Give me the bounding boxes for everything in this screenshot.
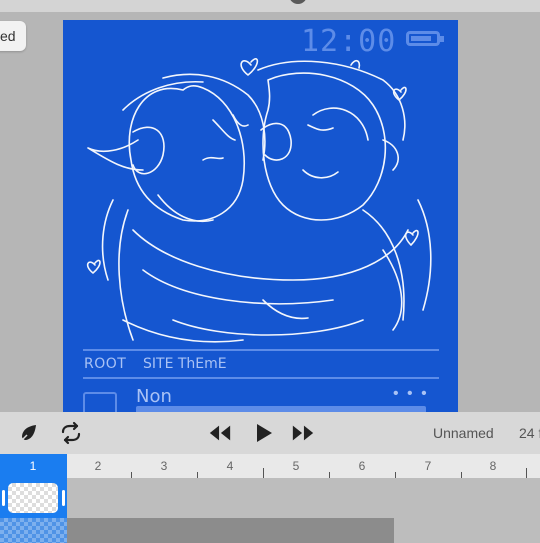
frame-number[interactable]: 8: [483, 459, 503, 473]
play-icon[interactable]: [252, 421, 276, 445]
frame-number[interactable]: 4: [220, 459, 240, 473]
frame-number[interactable]: 6: [352, 459, 372, 473]
sketch-drawing: [86, 58, 432, 343]
background-span[interactable]: [67, 518, 394, 543]
drawing-canvas[interactable]: 12:00 ROOT SITE ThEmE Non • • •: [63, 20, 458, 412]
rewind-icon[interactable]: [208, 421, 232, 445]
menu-dots: • • •: [393, 385, 429, 402]
fps-label[interactable]: 24 fps: [519, 425, 540, 441]
timeline-ruler[interactable]: 1 2 3 4 5 6 7 8: [0, 454, 540, 478]
loop-icon[interactable]: [59, 421, 83, 445]
frame-number[interactable]: 5: [286, 459, 306, 473]
animation-toolbar: Unnamed 24 fps: [0, 412, 540, 454]
fast-forward-icon[interactable]: [291, 421, 315, 445]
timeline-track: [0, 478, 540, 518]
theme-site-text: SITE ThEmE: [143, 356, 227, 372]
status-pill[interactable]: ed: [0, 21, 26, 51]
theme-root-text: ROOT: [84, 356, 127, 372]
divider: [83, 349, 439, 351]
frame-handle-right[interactable]: [62, 490, 65, 506]
divider: [83, 377, 439, 379]
song-name: Non: [136, 386, 172, 407]
drag-handle[interactable]: [289, 0, 307, 4]
ruler-tick: [263, 468, 264, 478]
onion-skin-icon[interactable]: [18, 421, 42, 445]
background-frame-cell[interactable]: [0, 518, 67, 543]
frame-number[interactable]: 1: [23, 459, 43, 473]
play-box-icon: [83, 392, 117, 412]
frame-number[interactable]: 3: [154, 459, 174, 473]
project-name[interactable]: Unnamed: [433, 425, 494, 441]
frame-cell[interactable]: [0, 478, 67, 518]
status-pill-label: ed: [0, 28, 16, 44]
frame-number[interactable]: 7: [418, 459, 438, 473]
frame-number[interactable]: 2: [88, 459, 108, 473]
frame-thumbnail[interactable]: [8, 483, 58, 513]
clock-text: 12:00: [301, 24, 397, 59]
frame-handle-left[interactable]: [2, 490, 5, 506]
top-bar: [0, 0, 540, 12]
ruler-tick: [526, 468, 527, 478]
battery-icon: [406, 31, 444, 46]
